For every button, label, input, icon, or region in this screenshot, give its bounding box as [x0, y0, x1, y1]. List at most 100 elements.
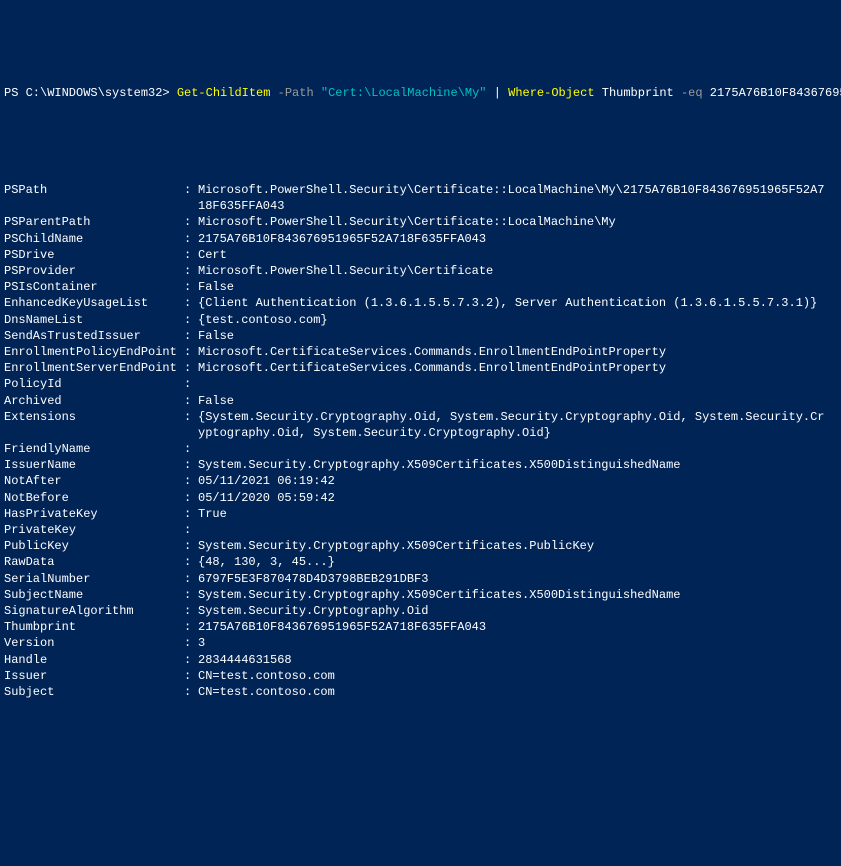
property-name: PSIsContainer — [4, 279, 184, 295]
property-name: Thumbprint — [4, 619, 184, 635]
property-value: System.Security.Cryptography.X509Certifi… — [198, 538, 594, 554]
property-name: PSParentPath — [4, 214, 184, 230]
property-separator: : — [184, 360, 198, 376]
property-separator: : — [184, 441, 198, 457]
property-value: CN=test.contoso.com — [198, 684, 335, 700]
property-name: SignatureAlgorithm — [4, 603, 184, 619]
property-row: HasPrivateKey: True — [4, 506, 837, 522]
property-separator: : — [184, 603, 198, 619]
property-value: {Client Authentication (1.3.6.1.5.5.7.3.… — [198, 295, 817, 311]
property-value: False — [198, 393, 234, 409]
property-name: Subject — [4, 684, 184, 700]
powershell-terminal[interactable]: PS C:\WINDOWS\system32> Get-ChildItem -P… — [0, 65, 841, 785]
property-row: RawData: {48, 130, 3, 45...} — [4, 554, 837, 570]
property-separator: : — [184, 635, 198, 651]
property-row: EnhancedKeyUsageList: {Client Authentica… — [4, 295, 837, 311]
command-line: PS C:\WINDOWS\system32> Get-ChildItem -P… — [4, 85, 837, 101]
property-separator: : — [184, 587, 198, 603]
output-block: PSPath: Microsoft.PowerShell.Security\Ce… — [4, 182, 837, 700]
property-separator: : — [184, 538, 198, 554]
blank-line — [4, 716, 837, 732]
property-separator: : — [184, 263, 198, 279]
property-separator: : — [184, 279, 198, 295]
property-name: RawData — [4, 554, 184, 570]
property-name: NotBefore — [4, 490, 184, 506]
property-row: EnrollmentPolicyEndPoint: Microsoft.Cert… — [4, 344, 837, 360]
property-row: Extensions: {System.Security.Cryptograph… — [4, 409, 837, 441]
operator-eq: -eq — [681, 86, 703, 100]
property-separator: : — [184, 214, 198, 230]
property-value: 3 — [198, 635, 205, 651]
param-path: -Path — [270, 86, 320, 100]
pipe-1: | — [487, 86, 509, 100]
property-name: IssuerName — [4, 457, 184, 473]
property-separator: : — [184, 344, 198, 360]
property-name: PSDrive — [4, 247, 184, 263]
property-value: System.Security.Cryptography.Oid — [198, 603, 428, 619]
property-value: Microsoft.PowerShell.Security\Certificat… — [198, 263, 493, 279]
property-row: Archived: False — [4, 393, 837, 409]
property-separator: : — [184, 619, 198, 635]
property-separator: : — [184, 522, 198, 538]
property-separator: : — [184, 247, 198, 263]
property-row: Subject: CN=test.contoso.com — [4, 684, 837, 700]
property-row: NotAfter: 05/11/2021 06:19:42 — [4, 473, 837, 489]
property-name: PSProvider — [4, 263, 184, 279]
property-separator: : — [184, 490, 198, 506]
property-name: PSPath — [4, 182, 184, 198]
property-separator: : — [184, 652, 198, 668]
property-value: 2834444631568 — [198, 652, 292, 668]
blank-line — [4, 749, 837, 765]
property-value: Microsoft.PowerShell.Security\Certificat… — [198, 182, 828, 214]
path-string: "Cert:\LocalMachine\My" — [321, 86, 487, 100]
property-name: DnsNameList — [4, 312, 184, 328]
property-value: True — [198, 506, 227, 522]
property-separator: : — [184, 457, 198, 473]
property-value: False — [198, 279, 234, 295]
thumbprint-value: 2175A76B10F843676951965F52A718F635FFA043… — [703, 86, 841, 100]
property-name: Extensions — [4, 409, 184, 425]
property-row: PSPath: Microsoft.PowerShell.Security\Ce… — [4, 182, 837, 214]
property-row: Handle: 2834444631568 — [4, 652, 837, 668]
property-name: SubjectName — [4, 587, 184, 603]
property-value: 05/11/2020 05:59:42 — [198, 490, 335, 506]
property-value: False — [198, 328, 234, 344]
property-name: PrivateKey — [4, 522, 184, 538]
property-name: EnrollmentPolicyEndPoint — [4, 344, 184, 360]
property-row: FriendlyName: — [4, 441, 837, 457]
property-separator: : — [184, 376, 198, 392]
property-name: PolicyId — [4, 376, 184, 392]
property-row: PolicyId: — [4, 376, 837, 392]
property-separator: : — [184, 328, 198, 344]
property-row: PSDrive: Cert — [4, 247, 837, 263]
property-name: SendAsTrustedIssuer — [4, 328, 184, 344]
prop-thumbprint: Thumbprint — [595, 86, 681, 100]
property-value: System.Security.Cryptography.X509Certifi… — [198, 457, 680, 473]
property-separator: : — [184, 182, 198, 198]
property-value: {System.Security.Cryptography.Oid, Syste… — [198, 409, 828, 441]
property-value: 05/11/2021 06:19:42 — [198, 473, 335, 489]
property-row: EnrollmentServerEndPoint: Microsoft.Cert… — [4, 360, 837, 376]
property-row: SendAsTrustedIssuer: False — [4, 328, 837, 344]
property-value: Microsoft.CertificateServices.Commands.E… — [198, 344, 666, 360]
property-separator: : — [184, 506, 198, 522]
property-row: PSParentPath: Microsoft.PowerShell.Secur… — [4, 214, 837, 230]
property-separator: : — [184, 554, 198, 570]
property-row: SerialNumber: 6797F5E3F870478D4D3798BEB2… — [4, 571, 837, 587]
cmdlet-get-childitem: Get-ChildItem — [177, 86, 271, 100]
property-name: NotAfter — [4, 473, 184, 489]
property-row: Issuer: CN=test.contoso.com — [4, 668, 837, 684]
property-name: PSChildName — [4, 231, 184, 247]
property-separator: : — [184, 668, 198, 684]
property-value: System.Security.Cryptography.X509Certifi… — [198, 587, 680, 603]
property-separator: : — [184, 409, 198, 425]
property-value: 6797F5E3F870478D4D3798BEB291DBF3 — [198, 571, 428, 587]
property-name: EnrollmentServerEndPoint — [4, 360, 184, 376]
property-value: 2175A76B10F843676951965F52A718F635FFA043 — [198, 619, 486, 635]
property-value: 2175A76B10F843676951965F52A718F635FFA043 — [198, 231, 486, 247]
property-row: Version: 3 — [4, 635, 837, 651]
property-row: IssuerName: System.Security.Cryptography… — [4, 457, 837, 473]
blank-line — [4, 150, 837, 166]
property-separator: : — [184, 571, 198, 587]
property-row: NotBefore: 05/11/2020 05:59:42 — [4, 490, 837, 506]
